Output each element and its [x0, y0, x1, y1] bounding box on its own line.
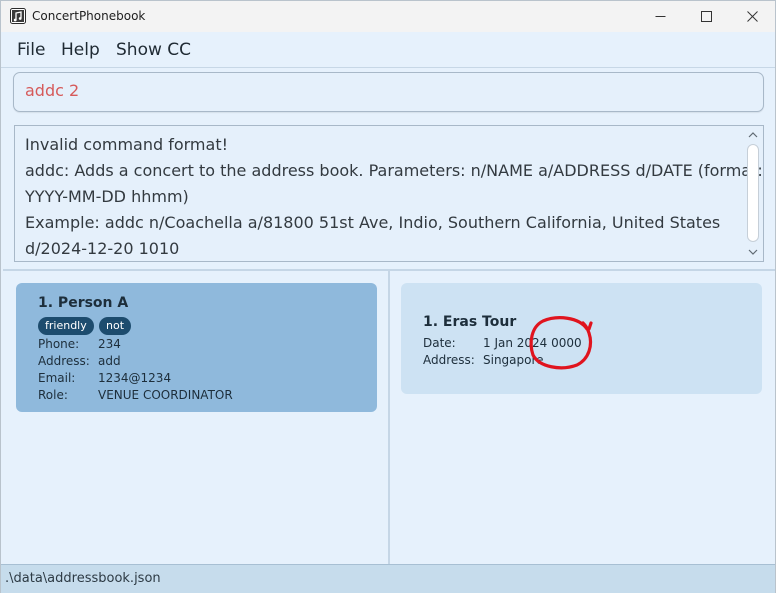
person-list-panel: 1. Person A friendly not Phone: 234 Addr… — [5, 271, 388, 564]
phone-label: Phone: — [38, 337, 80, 351]
command-input-text[interactable]: addc 2 — [25, 81, 79, 100]
result-display: Invalid command format! addc: Adds a con… — [14, 125, 764, 262]
app-window: ConcertPhonebook File Help Show CC addc … — [0, 0, 776, 593]
email-value: 1234@1234 — [98, 371, 172, 385]
app-music-icon — [10, 8, 26, 24]
scroll-down-button[interactable] — [745, 245, 761, 259]
annotation-circle — [529, 316, 593, 370]
address-label: Address: — [423, 353, 475, 367]
menu-show-cc[interactable]: Show CC — [116, 40, 191, 60]
concert-name: 1. Eras Tour — [423, 314, 517, 330]
list-panels: 1. Person A friendly not Phone: 234 Addr… — [3, 269, 775, 566]
scrollbar-thumb[interactable] — [747, 144, 759, 242]
maximize-icon — [700, 11, 712, 22]
minimize-button[interactable] — [637, 1, 683, 32]
status-bar: .\data\addressbook.json — [1, 564, 775, 593]
address-label: Address: — [38, 354, 90, 368]
role-label: Role: — [38, 388, 68, 402]
email-label: Email: — [38, 371, 76, 385]
file-path: .\data\addressbook.json — [5, 571, 161, 586]
close-button[interactable] — [729, 1, 775, 32]
title-bar: ConcertPhonebook — [1, 1, 775, 32]
menu-file[interactable]: File — [17, 40, 45, 60]
result-line: Invalid command format! — [25, 135, 229, 154]
minimize-icon — [655, 16, 665, 17]
result-line: addc: Adds a concert to the address book… — [25, 161, 763, 180]
result-line: d/2024-12-20 1010 — [25, 239, 180, 258]
maximize-button[interactable] — [683, 1, 729, 32]
result-scrollbar[interactable] — [745, 128, 761, 259]
tag-badge: friendly — [38, 317, 94, 335]
person-card[interactable]: 1. Person A friendly not Phone: 234 Addr… — [16, 283, 377, 412]
window-title: ConcertPhonebook — [32, 9, 146, 23]
scroll-up-button[interactable] — [745, 128, 761, 142]
person-name: 1. Person A — [38, 295, 129, 311]
role-value: VENUE COORDINATOR — [98, 388, 233, 402]
menu-bar: File Help Show CC — [1, 32, 775, 68]
result-text: Invalid command format! addc: Adds a con… — [25, 132, 763, 262]
date-label: Date: — [423, 336, 456, 350]
result-line: YYYY-MM-DD hhmm) — [25, 187, 189, 206]
menu-help[interactable]: Help — [61, 40, 100, 60]
close-icon — [746, 11, 758, 22]
result-line: Example: addc n/Coachella a/81800 51st A… — [25, 213, 721, 232]
address-value: add — [98, 354, 121, 368]
chevron-down-icon — [748, 249, 758, 255]
chevron-up-icon — [748, 132, 758, 138]
tag-badge: not — [99, 317, 132, 335]
command-box[interactable]: addc 2 — [13, 72, 764, 112]
phone-value: 234 — [98, 337, 121, 351]
